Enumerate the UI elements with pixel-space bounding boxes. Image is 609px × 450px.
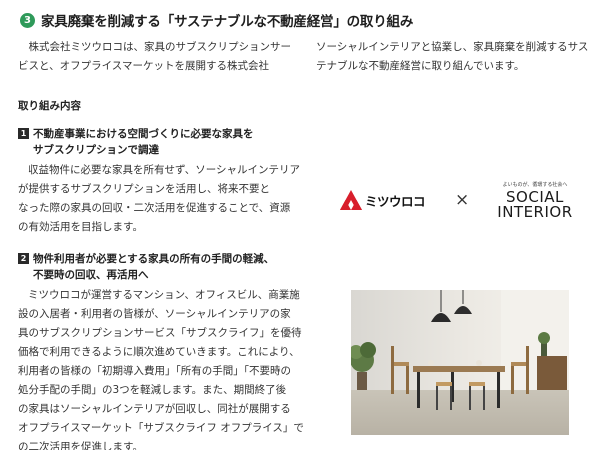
furnished-room-photo [351, 290, 569, 435]
intro-right-line: ソーシャルインテリアと協業し、家具廃棄を削減するサス [316, 41, 589, 53]
item-body: ミツウロコが運営するマンション、オフィスビル、商業施 設の入居者・利用者の皆様が… [18, 286, 304, 450]
item-title-line: 不動産事業における空間づくりに必要な家具を [33, 128, 254, 140]
initiative-item-1: 1 不動産事業における空間づくりに必要な家具を サブスクリプションで調達 収益物… [18, 126, 303, 237]
body-line: 処分手配の手間」の3つを軽減します。また、期間終了後 [18, 384, 287, 396]
body-line: ミツウロコが運営するマンション、オフィスビル、商業施 [28, 289, 300, 301]
section-title: 家具廃棄を削減する「サステナブルな不動産経営」の取り組み [41, 14, 414, 30]
body-line: オフプライスマーケット「サブスクライフ オフプライス」で [18, 422, 304, 434]
body-line: の二次活用を促進します。 [18, 441, 143, 450]
intro-left: 株式会社ミツウロコは、家具のサブスクリプションサー ビスと、オフプライスマーケッ… [18, 38, 303, 76]
mitsuuroko-wordmark: ミツウロコ [365, 193, 426, 209]
intro-left-line: ビスと、オフプライスマーケットを展開する株式会社 [18, 60, 269, 72]
social-interior-tagline: よいものが、循環する社会へ [502, 181, 568, 188]
times-sign: × [455, 190, 470, 210]
item-title-line: 物件利用者が必要とする家具の所有の手間の軽減、 [33, 253, 275, 265]
body-line: 利用者の皆様の「初期導入費用」「所有の手間」「不要時の [18, 365, 291, 377]
item-title-line: 不要時の回収、再活用へ [33, 269, 149, 281]
body-line: の有効活用を目指します。 [18, 221, 143, 233]
body-line: 設の入居者・利用者の皆様が、ソーシャルインテリアの家 [18, 308, 291, 320]
body-line: なった際の家具の回収・二次活用を促進することで、資源 [18, 202, 291, 214]
three-scales-icon [340, 190, 362, 210]
body-line: の家具はソーシャルインテリアが回収し、同社が展開する [18, 403, 291, 415]
intro-right: ソーシャルインテリアと協業し、家具廃棄を削減するサス テナブルな不動産経営に取り… [316, 38, 601, 76]
item-number-badge: 2 [18, 253, 29, 264]
item-body: 収益物件に必要な家具を所有せず、ソーシャルインテリア が提供するサブスクリプショ… [18, 161, 303, 237]
social-interior-logo: よいものが、循環する社会へ SOCIAL INTERIOR [497, 181, 572, 220]
partner-logos: ミツウロコ × よいものが、循環する社会へ SOCIAL INTERIOR [340, 178, 580, 222]
initiative-heading: 取り組み内容 [18, 100, 81, 112]
section-heading: 3 家具廃棄を削減する「サステナブルな不動産経営」の取り組み [20, 10, 413, 30]
item-number-badge: 1 [18, 128, 29, 139]
initiative-item-2: 2 物件利用者が必要とする家具の所有の手間の軽減、 不要時の回収、再活用へ ミツ… [18, 251, 304, 450]
intro-left-line: 株式会社ミツウロコは、家具のサブスクリプションサー [18, 41, 291, 53]
body-line: 収益物件に必要な家具を所有せず、ソーシャルインテリア [28, 164, 301, 176]
intro-right-line: テナブルな不動産経営に取り組んでいます。 [316, 60, 525, 72]
dining-room-illustration [351, 290, 569, 435]
item-title-line: サブスクリプションで調達 [33, 144, 159, 156]
body-line: 価格で利用できるように順次進めていきます。これにより、 [18, 346, 300, 358]
social-interior-wordmark-2: INTERIOR [497, 202, 573, 221]
section-number-badge: 3 [20, 12, 35, 28]
body-line: 具のサブスクリプションサービス「サブスクライフ」を優待 [18, 327, 302, 339]
body-line: が提供するサブスクリプションを活用し、将来不要と [18, 183, 270, 195]
mitsuuroko-logo: ミツウロコ [340, 190, 426, 210]
